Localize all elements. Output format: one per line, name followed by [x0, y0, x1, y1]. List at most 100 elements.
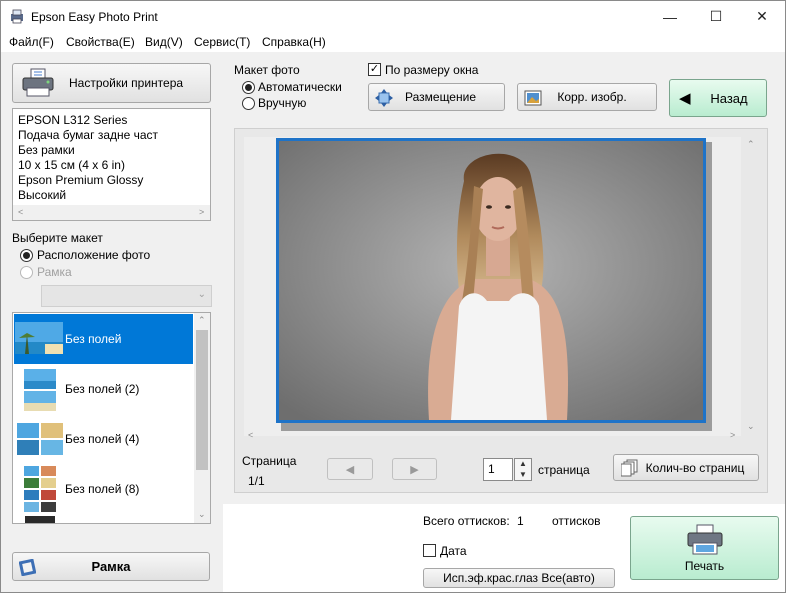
printer-info-size: 10 x 15 см (4 x 6 in): [18, 158, 125, 172]
layout-list: Без полей Без полей (2) Без полей (4) Бе…: [12, 312, 211, 524]
list-item[interactable]: Без полей: [14, 314, 193, 364]
epson-app-icon: [11, 9, 23, 24]
total-prints-unit: оттисков: [552, 514, 601, 528]
correct-image-button[interactable]: Корр. изобр.: [517, 83, 657, 111]
correct-image-label: Корр. изобр.: [557, 90, 627, 104]
back-label: Назад: [710, 90, 748, 106]
date-checkbox[interactable]: [423, 544, 436, 557]
triangle-right-icon: ▶: [410, 463, 419, 476]
arrow-left-icon: ◀: [679, 90, 691, 107]
list-item[interactable]: Без полей (2): [14, 364, 193, 414]
menu-help[interactable]: Справка(H): [262, 35, 326, 49]
placement-button[interactable]: Размещение: [368, 83, 505, 111]
menu-file[interactable]: Файл(F): [9, 35, 54, 49]
layout-label-8: Без полей (8): [65, 482, 140, 496]
printer-info-list: EPSON L312 Series Подача бумаг задне час…: [18, 113, 158, 203]
photo-layout-radio[interactable]: [20, 249, 33, 262]
scroll-left-icon: <: [248, 430, 254, 440]
printer-info-paper: Epson Premium Glossy: [18, 173, 144, 187]
photo-preview[interactable]: [276, 138, 706, 423]
move-arrows-icon: [375, 89, 393, 107]
back-button[interactable]: ◀ Назад: [669, 79, 767, 117]
image-correction-icon: [524, 90, 542, 106]
layout-label-4: Без полей (4): [65, 432, 140, 446]
print-button[interactable]: Печать: [630, 516, 779, 580]
photo-layout-group-label: Макет фото: [234, 63, 300, 77]
close-button[interactable]: ✕: [739, 1, 785, 32]
scroll-up-icon: ⌃: [747, 139, 755, 149]
fit-window-checkbox[interactable]: ✓: [368, 63, 381, 76]
pages-stack-icon: [621, 459, 638, 477]
total-prints-value: 1: [517, 514, 524, 528]
scroll-up-icon: ⌃: [198, 315, 206, 325]
pages-count-button[interactable]: Колич-во страниц: [613, 454, 759, 481]
copies-input[interactable]: 1: [483, 458, 513, 481]
manual-layout-radio[interactable]: [242, 97, 255, 110]
close-icon: ✕: [756, 8, 768, 24]
total-prints-label: Всего оттисков:: [423, 514, 510, 528]
fit-window-label: По размеру окна: [385, 63, 479, 77]
preview-pane: ⌃ ⌄ < > Страница 1/1 ◀ ▶ 1 ▲ ▼ страница: [234, 128, 768, 493]
auto-layout-label: Автоматически: [258, 80, 342, 94]
scrollbar-thumb[interactable]: [196, 330, 208, 470]
layout-list-vscrollbar[interactable]: ⌃ ⌄: [194, 313, 210, 523]
borderless-2-thumbnail-icon: [24, 369, 56, 411]
printer-info-feed: Подача бумаг задне част: [18, 128, 159, 142]
print-label: Печать: [684, 558, 725, 573]
page-value: 1/1: [248, 474, 265, 488]
menu-service[interactable]: Сервис(T): [194, 35, 250, 49]
maximize-icon: ☐: [709, 8, 723, 24]
list-item[interactable]: Без полей (4): [14, 414, 193, 464]
scroll-down-icon: ⌄: [198, 509, 206, 519]
preview-hscrollbar[interactable]: < >: [244, 429, 741, 443]
minimize-button[interactable]: —: [647, 1, 693, 32]
copies-spinner[interactable]: ▲ ▼: [514, 458, 532, 481]
scroll-right-icon: >: [199, 207, 205, 217]
printer-settings-icon: [22, 68, 54, 97]
menu-bar: Файл(F) Свойства(E) Вид(V) Сервис(T) Спр…: [1, 32, 785, 52]
scroll-left-icon: <: [18, 207, 24, 217]
printer-info-quality: Высокий: [18, 188, 67, 202]
layout-label-1: Без полей: [65, 332, 122, 346]
date-label: Дата: [440, 544, 467, 558]
frame-radio[interactable]: [20, 266, 33, 279]
next-page-button[interactable]: ▶: [392, 458, 437, 480]
frame-button-label: Рамка: [91, 559, 131, 574]
chevron-down-icon: ⌄: [197, 289, 206, 300]
page-label: Страница: [242, 454, 297, 468]
select-layout-label: Выберите макет: [12, 231, 103, 245]
frame-radio-label: Рамка: [37, 265, 72, 279]
triangle-left-icon: ◀: [345, 463, 355, 476]
menu-view[interactable]: Вид(V): [145, 35, 183, 49]
spin-down-icon: ▼: [519, 470, 527, 479]
prev-page-button[interactable]: ◀: [327, 458, 373, 480]
printer-info-box: EPSON L312 Series Подача бумаг задне час…: [12, 108, 211, 221]
scroll-right-icon: >: [730, 430, 736, 440]
portrait-photo: [279, 141, 703, 420]
spin-up-icon: ▲: [519, 459, 527, 468]
pages-count-label: Колич-во страниц: [645, 460, 745, 475]
app-window: Epson Easy Photo Print — ☐ ✕ Файл(F) Сво…: [0, 0, 786, 593]
photo-layout-label: Расположение фото: [37, 248, 151, 262]
redeye-correction-button[interactable]: Исп.эф.крас.глаз Все(авто): [423, 568, 615, 588]
preview-vscrollbar[interactable]: ⌃ ⌄: [743, 137, 759, 436]
manual-layout-label: Вручную: [258, 96, 307, 110]
scroll-down-icon: ⌄: [747, 421, 755, 431]
frame-dropdown[interactable]: ⌄: [41, 285, 212, 307]
printer-settings-label: Настройки принтера: [69, 76, 184, 90]
frame-icon: [19, 559, 36, 576]
printer-info-hscrollbar[interactable]: < >: [13, 205, 210, 220]
frame-button[interactable]: Рамка: [12, 552, 210, 581]
maximize-button[interactable]: ☐: [693, 1, 739, 32]
borderless-4-thumbnail-icon: [17, 423, 63, 455]
printer-settings-button[interactable]: Настройки принтера: [12, 63, 211, 103]
printer-icon: [687, 524, 722, 554]
auto-layout-radio[interactable]: [242, 81, 255, 94]
preview-canvas: [244, 137, 741, 436]
printer-info-border: Без рамки: [18, 143, 75, 157]
window-title: Epson Easy Photo Print: [31, 10, 158, 24]
title-bar: Epson Easy Photo Print — ☐ ✕: [1, 1, 785, 32]
list-item[interactable]: Без полей (8): [14, 464, 193, 514]
menu-properties[interactable]: Свойства(E): [66, 35, 135, 49]
copies-value: 1: [488, 462, 495, 476]
